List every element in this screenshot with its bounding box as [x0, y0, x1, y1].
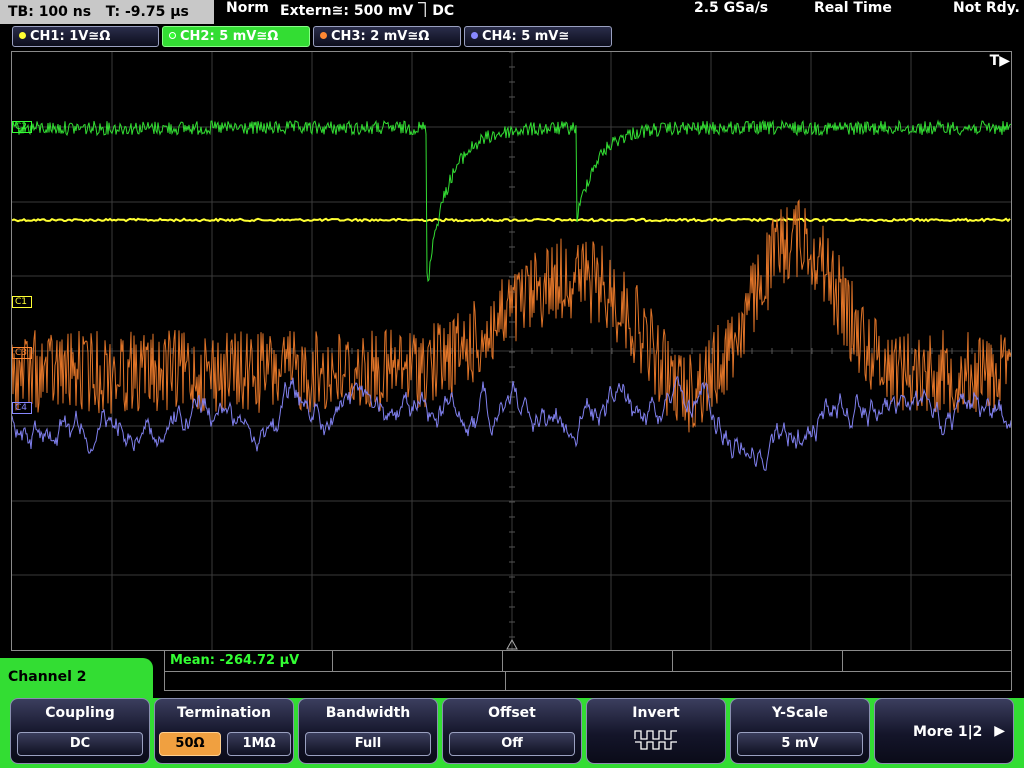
trigger-mode[interactable]: Norm [226, 0, 269, 24]
ch1-offset-marker[interactable]: C1 [12, 296, 33, 308]
measurement-cell [672, 651, 842, 672]
channel-tab-ch4[interactable]: CH4: 5 mV≅ [464, 26, 612, 47]
waveform-canvas [12, 52, 1011, 650]
measurement-table: Mean: -264.72 µV [164, 651, 1012, 691]
measurement-cell [842, 651, 1013, 672]
waveform-display[interactable] [11, 51, 1012, 651]
trigger-time-value: T: -9.75 µs [105, 4, 189, 20]
ch3-dot-icon [320, 32, 327, 39]
timebase-readout[interactable]: TB: 100 ns T: -9.75 µs [0, 0, 214, 24]
yscale-value-button[interactable]: 5 mV [737, 732, 863, 756]
softkey-title: Coupling [45, 705, 115, 721]
softkey-title: Y-Scale [771, 705, 828, 721]
channel-tab-label: CH4: 5 mV≅ [482, 29, 570, 44]
coupling-value-button[interactable]: DC [17, 732, 143, 756]
softkey-title: Invert [632, 705, 680, 721]
measurement-cell [505, 672, 506, 691]
channel-tab-ch2[interactable]: CH2: 5 mV≅Ω [162, 26, 310, 47]
offset-value-button[interactable]: Off [449, 732, 575, 756]
sample-rate: 2.5 GSa/s [694, 0, 769, 16]
termination-softkey[interactable]: Termination 50Ω 1MΩ [154, 698, 294, 764]
channel-tab-label: CH3: 2 mV≅Ω [331, 29, 430, 44]
channel-tab-ch1[interactable]: CH1: 1V≅Ω [12, 26, 159, 47]
measurement-cell [502, 651, 672, 672]
status-bar: TB: 100 ns T: -9.75 µs Norm Extern≅: 500… [0, 0, 1024, 24]
measurement-row: Mean: -264.72 µV [165, 651, 1011, 672]
mean-measurement: Mean: -264.72 µV [170, 653, 300, 668]
ch2-dot-icon [169, 32, 176, 39]
more-label: More 1|2 [913, 724, 983, 740]
channel-tab-ch3[interactable]: CH3: 2 mV≅Ω [313, 26, 461, 47]
channel-tabs: CH1: 1V≅Ω CH2: 5 mV≅Ω CH3: 2 mV≅Ω CH4: 5… [0, 26, 1024, 48]
termination-1mohm-button[interactable]: 1MΩ [227, 732, 291, 756]
ch1-dot-icon [19, 32, 26, 39]
bandwidth-softkey[interactable]: Bandwidth Full [298, 698, 438, 764]
arrow-right-icon: ▶ [994, 723, 1005, 739]
offset-softkey[interactable]: Offset Off [442, 698, 582, 764]
more-softkey[interactable]: More 1|2 ▶ [874, 698, 1014, 764]
ch4-dot-icon [471, 32, 478, 39]
acquisition-mode: Real Time [814, 0, 892, 16]
trigger-position-marker: T▶ [989, 53, 1010, 69]
channel-menu-title: Channel 2 [0, 658, 153, 700]
softkey-title: Termination [177, 705, 271, 721]
termination-50ohm-button[interactable]: 50Ω [159, 732, 221, 756]
softkey-title: Offset [488, 705, 536, 721]
ch2-offset-marker[interactable]: C2 [12, 121, 33, 133]
bandwidth-value-button[interactable]: Full [305, 732, 431, 756]
acquisition-status: Not Rdy. [953, 0, 1020, 16]
yscale-softkey[interactable]: Y-Scale 5 mV [730, 698, 870, 764]
trigger-source[interactable]: Extern≅: 500 mV ⏋DC [280, 0, 454, 24]
invert-pulse-icon [634, 730, 677, 750]
invert-softkey[interactable]: Invert [586, 698, 726, 764]
coupling-softkey[interactable]: Coupling DC [10, 698, 150, 764]
ch4-offset-marker[interactable]: C4 [12, 402, 33, 414]
softkey-title: Bandwidth [325, 705, 411, 721]
channel-tab-label: CH2: 5 mV≅Ω [180, 29, 279, 44]
timebase-value: TB: 100 ns [8, 4, 92, 20]
channel-tab-label: CH1: 1V≅Ω [30, 29, 111, 44]
measurement-cell [332, 651, 502, 672]
ch3-offset-marker[interactable]: C3 [12, 347, 33, 359]
